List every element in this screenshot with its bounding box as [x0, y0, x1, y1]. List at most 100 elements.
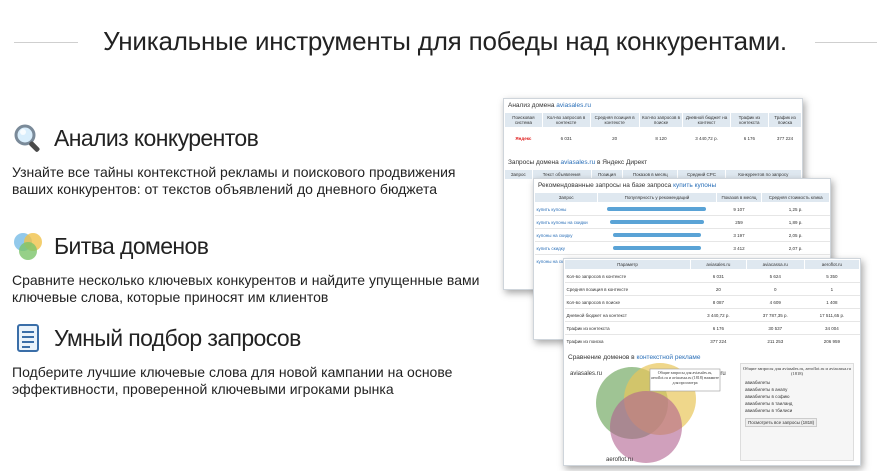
common-query-item[interactable]: авиабилеты в анапу	[745, 386, 849, 393]
feature-title: Битва доменов	[54, 232, 209, 259]
venn-circles-icon	[14, 233, 42, 260]
popularity-bar	[609, 219, 704, 224]
parameter-label: Дневной бюджет на контекст	[564, 308, 691, 322]
domain-analysis-table: Поисковая система Кол-во запросов в конт…	[504, 112, 802, 150]
table-cell: 6 176	[690, 321, 747, 335]
th: Запрос	[504, 168, 533, 180]
th: Запрос	[534, 192, 599, 203]
th: Показов в месяц	[715, 192, 763, 203]
yandex-logo: Яндекс	[504, 127, 543, 150]
table-cell: 377 224	[768, 127, 802, 150]
th: aviacassa.ru	[745, 259, 805, 270]
table-cell: 3 412	[716, 241, 762, 255]
shot-subtitle: Запросы домена aviasales.ru в Яндекс Дир…	[508, 158, 648, 166]
table-row: купоны на скидку 3 197 2,05 р.	[534, 228, 830, 242]
common-queries-panel: Общие запросы для aviasales.ru, aeroflot…	[740, 363, 854, 461]
table-cell: 2,07 р.	[761, 241, 830, 255]
parameter-label: Средняя позиция в контексте	[564, 282, 691, 296]
table-cell: 3 440,72 р.	[682, 127, 731, 150]
th: Поисковая система	[504, 112, 543, 128]
magnifier-icon	[14, 124, 40, 152]
popularity-cell	[597, 215, 717, 229]
popularity-cell	[597, 241, 717, 255]
table-cell: 259	[716, 215, 762, 229]
feature-text: Сравните несколько ключевых конкурентов …	[12, 272, 480, 305]
parameter-label: Трафик из поиска	[564, 334, 691, 347]
page-title: Уникальные инструменты для победы над ко…	[103, 26, 787, 56]
screenshot-domain-comparison: Параметр aviasales.ru aviacassa.ru aerof…	[563, 258, 861, 466]
common-query-item[interactable]: авиабилеты в софию	[745, 393, 849, 400]
divider-right	[815, 42, 877, 43]
table-row: Кол-во запросов в поиске 8 087 4 609 1 408	[564, 295, 860, 309]
th: Кол-во запросов в контексте	[541, 112, 591, 128]
table-row: Трафик из контекста 6 176 30 537 34 004	[564, 321, 860, 335]
table-row: купить купоны на скидки 259 1,89 р.	[534, 215, 830, 229]
table-cell: 17 511,65 р.	[804, 308, 860, 322]
feature-title: Анализ конкурентов	[54, 124, 259, 151]
table-row: Кол-во запросов в контексте 6 031 5 624 5 3…	[564, 269, 860, 283]
table-cell: 377 224	[690, 334, 747, 347]
feature-title: Умный подбор запросов	[54, 324, 301, 351]
th: aeroflot.ru	[803, 259, 860, 270]
common-queries-list: авиабилеты авиабилеты в анапу авиабилеты в…	[741, 378, 853, 415]
query-link[interactable]: купить купоны на скидки	[534, 215, 598, 229]
shot-title: Рекомендованные запросы на базе запроса …	[538, 182, 717, 189]
th: Дневной бюджет на контекст	[682, 112, 731, 128]
th: Кол-во запросов в поиске	[638, 112, 684, 128]
feature-domain-battle: Битва доменов Сравните несколько ключевы…	[12, 228, 482, 306]
table-cell: 1,89 р.	[761, 215, 830, 229]
table-cell: 5 624	[746, 269, 805, 283]
document-list-icon	[17, 324, 39, 352]
table-cell: 8 087	[690, 295, 747, 309]
comparison-table: Параметр aviasales.ru aviacassa.ru aerof…	[564, 259, 860, 347]
recommended-queries-table: Запрос Популярность у рекомендаций Показ…	[534, 192, 830, 267]
table-row: Средняя позиция в контексте 20 0 1	[564, 282, 860, 296]
table-cell: 30 537	[746, 321, 805, 335]
table-cell: 37 787,35 р.	[746, 308, 805, 322]
popularity-bar	[612, 245, 701, 250]
table-cell: 1	[804, 282, 860, 296]
headline-block: Уникальные инструменты для победы над ко…	[0, 22, 889, 62]
table-cell: 2,05 р.	[761, 228, 830, 242]
table-row: Трафик из поиска 377 224 211 253 206 959	[564, 334, 860, 347]
table-row: Дневной бюджет на контекст 3 440,72 р. 37 …	[564, 308, 860, 322]
parameter-label: Кол-во запросов в поиске	[564, 295, 691, 309]
feature-text: Подберите лучшие ключевые слова для ново…	[12, 364, 453, 397]
table-cell: 3 197	[716, 228, 762, 242]
popularity-cell	[597, 202, 717, 216]
query-link[interactable]: купить скидку	[534, 241, 598, 255]
popularity-bar	[612, 232, 701, 237]
divider-left	[14, 42, 78, 43]
table-cell: 4 609	[746, 295, 805, 309]
venn-circle-aeroflot	[610, 391, 682, 463]
feature-text: Узнайте все тайны контекстной рекламы и …	[12, 164, 456, 197]
common-query-item[interactable]: авиабилеты в таиланд	[745, 400, 849, 407]
table-cell: 0	[746, 282, 805, 296]
table-cell: 1,25 р.	[761, 202, 830, 216]
th: Популярность у рекомендаций	[597, 192, 717, 203]
common-query-item[interactable]: авиабилеты в тбилиси	[745, 407, 849, 414]
table-cell: 5 350	[804, 269, 860, 283]
common-query-item[interactable]: авиабилеты	[745, 379, 849, 386]
table-cell: 206 959	[804, 334, 860, 347]
parameter-label: Кол-во запросов в контексте	[564, 269, 691, 283]
table-cell: 8 120	[639, 127, 683, 150]
table-cell: 6 031	[690, 269, 747, 283]
popularity-bar	[607, 206, 707, 211]
query-link[interactable]: купить купоны	[534, 202, 598, 216]
th: Средняя позиция в контексте	[589, 112, 640, 128]
table-row: купить скидку 3 412 2,07 р.	[534, 241, 830, 255]
table-row: купить купоны 9 107 1,25 р.	[534, 202, 830, 216]
th: Средняя стоимость клика	[761, 192, 830, 203]
th: Трафик из контекста	[729, 112, 770, 128]
table-cell: 3 440,72 р.	[690, 308, 747, 322]
query-link[interactable]: купоны на скидку	[534, 228, 598, 242]
feature-smart-queries: Умный подбор запросов Подберите лучшие к…	[12, 320, 482, 398]
table-cell: 20	[690, 282, 747, 296]
table-cell: 211 253	[746, 334, 805, 347]
feature-competitor-analysis: Анализ конкурентов Узнайте все тайны кон…	[12, 120, 482, 198]
th: Трафик из поиска	[768, 112, 802, 128]
shot-title: Анализ домена aviasales.ru	[508, 102, 591, 109]
venn-label: aviasales.ru	[570, 371, 602, 377]
view-all-queries-button[interactable]: Посмотреть все запросы (1818)	[745, 418, 818, 427]
